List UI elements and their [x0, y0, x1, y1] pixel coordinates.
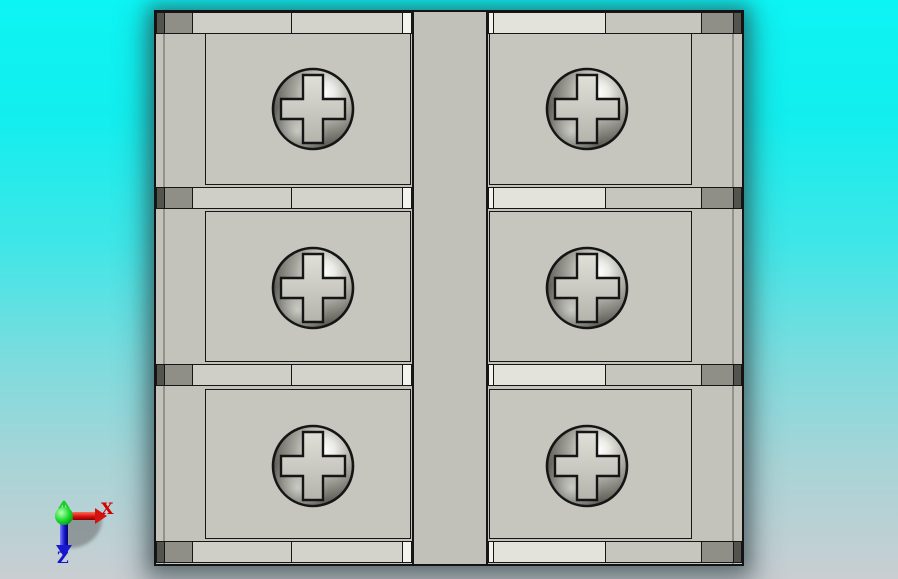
rail-segment [605, 187, 703, 209]
corner-block [164, 364, 194, 386]
rail-segment [493, 364, 607, 386]
corner-block [701, 12, 735, 34]
rail-segment [605, 541, 703, 563]
rail-segment [605, 12, 703, 34]
chamfer-strip [402, 364, 412, 386]
rail-segment [291, 541, 404, 563]
z-axis-label: Z [57, 548, 69, 567]
rail-band-right-3 [488, 364, 742, 386]
phillips-screw[interactable] [271, 246, 355, 330]
rail-segment [291, 12, 404, 34]
cad-viewport[interactable]: X Z [0, 0, 898, 579]
terminal-plate[interactable] [489, 389, 692, 539]
corner-block [701, 187, 735, 209]
central-rail [412, 12, 488, 564]
corner-block [164, 187, 194, 209]
rail-band-left-2 [156, 187, 412, 209]
rail-segment [192, 187, 293, 209]
rail-segment [493, 187, 607, 209]
terminal-plate[interactable] [205, 389, 411, 539]
phillips-screw[interactable] [271, 67, 355, 151]
edge-dark-block [733, 12, 742, 34]
corner-block [164, 541, 194, 563]
rail-band-right-2 [488, 187, 742, 209]
x-axis-arrow [72, 512, 96, 520]
rail-band-left-3 [156, 364, 412, 386]
corner-block [701, 364, 735, 386]
edge-dark-block [733, 187, 742, 209]
chamfer-strip [402, 187, 412, 209]
origin-ball-icon [55, 507, 73, 525]
rail-segment [192, 541, 293, 563]
rail-band-right-4 [488, 541, 742, 563]
rail-segment [493, 541, 607, 563]
corner-block [164, 12, 194, 34]
phillips-screw[interactable] [545, 246, 629, 330]
phillips-screw[interactable] [545, 424, 629, 508]
rail-band-right-1 [488, 12, 742, 34]
terminal-plate[interactable] [489, 33, 692, 185]
edge-dark-block [733, 541, 742, 563]
phillips-screw[interactable] [545, 67, 629, 151]
terminal-block-model[interactable] [154, 10, 744, 566]
left-edge-chamfer-line [163, 12, 165, 564]
phillips-screw[interactable] [271, 424, 355, 508]
rail-segment [291, 187, 404, 209]
chamfer-strip [402, 541, 412, 563]
edge-dark-block [733, 364, 742, 386]
rail-segment [291, 364, 404, 386]
terminal-plate[interactable] [489, 211, 692, 362]
rail-segment [192, 364, 293, 386]
rail-segment [192, 12, 293, 34]
rail-band-left-1 [156, 12, 412, 34]
rail-band-left-4 [156, 541, 412, 563]
chamfer-strip [402, 12, 412, 34]
x-axis-label: X [101, 499, 114, 518]
rail-segment [493, 12, 607, 34]
terminal-plate[interactable] [205, 211, 411, 362]
right-edge-chamfer-line [732, 12, 734, 564]
rail-segment [605, 364, 703, 386]
axis-triad: X Z [40, 490, 130, 575]
corner-block [701, 541, 735, 563]
terminal-plate[interactable] [205, 33, 411, 185]
